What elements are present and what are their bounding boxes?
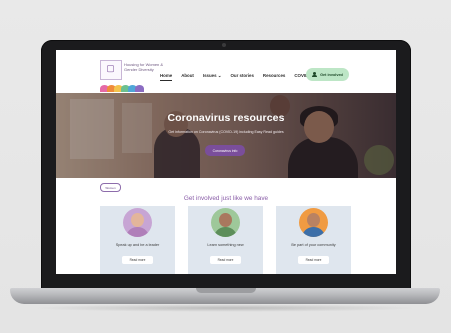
card-speak-up[interactable]: Speak up and be a leader Read more [100, 206, 175, 274]
chevron-down-icon: ⌄ [217, 73, 222, 78]
logo-rainbow [100, 79, 160, 92]
logo-icon: ▢ [106, 63, 115, 73]
logo-arc [135, 85, 144, 92]
read-more-button[interactable]: Read more [298, 256, 329, 264]
avatar [123, 208, 152, 237]
hero-overlay [56, 93, 396, 178]
card-learn[interactable]: Learn something new Read more [188, 206, 263, 274]
get-involved-button[interactable]: Get involved [306, 68, 349, 81]
read-more-button[interactable]: Read more [122, 256, 153, 264]
nav-our-stories[interactable]: Our stories [230, 73, 253, 81]
get-involved-section: Women Get involved just like we have Spe… [56, 178, 396, 274]
avatar-face [131, 213, 144, 227]
card-label: Speak up and be a leader [115, 243, 160, 247]
avatar-body [302, 227, 325, 237]
webcam [222, 43, 226, 47]
hero-title: Coronavirus resources [167, 112, 285, 124]
read-more-button[interactable]: Read more [210, 256, 241, 264]
card-label: Learn something new [207, 243, 244, 247]
avatar-body [214, 227, 237, 237]
site-header: ▢ Housing for Women & Gender Diversity H… [56, 50, 396, 92]
get-involved-label: Get involved [320, 72, 343, 77]
laptop-shadow [30, 304, 420, 312]
main-menu: Home About Issues ⌄ Our stories Resource… [160, 73, 322, 81]
nav-issues-label: Issues [202, 73, 217, 78]
coronavirus-info-button[interactable]: Coronavirus info [205, 145, 245, 156]
nav-about[interactable]: About [181, 73, 194, 81]
hero-banner: Coronavirus resources Get information on… [56, 93, 396, 178]
nav-home[interactable]: Home [160, 73, 173, 81]
avatar-face [219, 213, 232, 227]
avatar-body [126, 227, 149, 237]
hero-subtitle: Get information on Coronavirus (COVID-19… [168, 130, 284, 134]
nav-resources[interactable]: Resources [263, 73, 285, 81]
logo-text: Housing for Women & Gender Diversity [124, 62, 164, 72]
person-icon [312, 72, 318, 77]
nav-issues[interactable]: Issues ⌄ [203, 73, 222, 81]
laptop-base-notch [196, 288, 256, 293]
avatar [299, 208, 328, 237]
site-logo[interactable]: ▢ [100, 60, 122, 80]
avatar-face [307, 213, 320, 227]
avatar [211, 208, 240, 237]
card-community[interactable]: Be part of your community Read more [276, 206, 351, 274]
women-tag[interactable]: Women [100, 183, 121, 192]
card-label: Be part of your community [291, 243, 336, 247]
section-title: Get involved just like we have [183, 195, 269, 202]
laptop-screen: ▢ Housing for Women & Gender Diversity H… [56, 50, 396, 274]
